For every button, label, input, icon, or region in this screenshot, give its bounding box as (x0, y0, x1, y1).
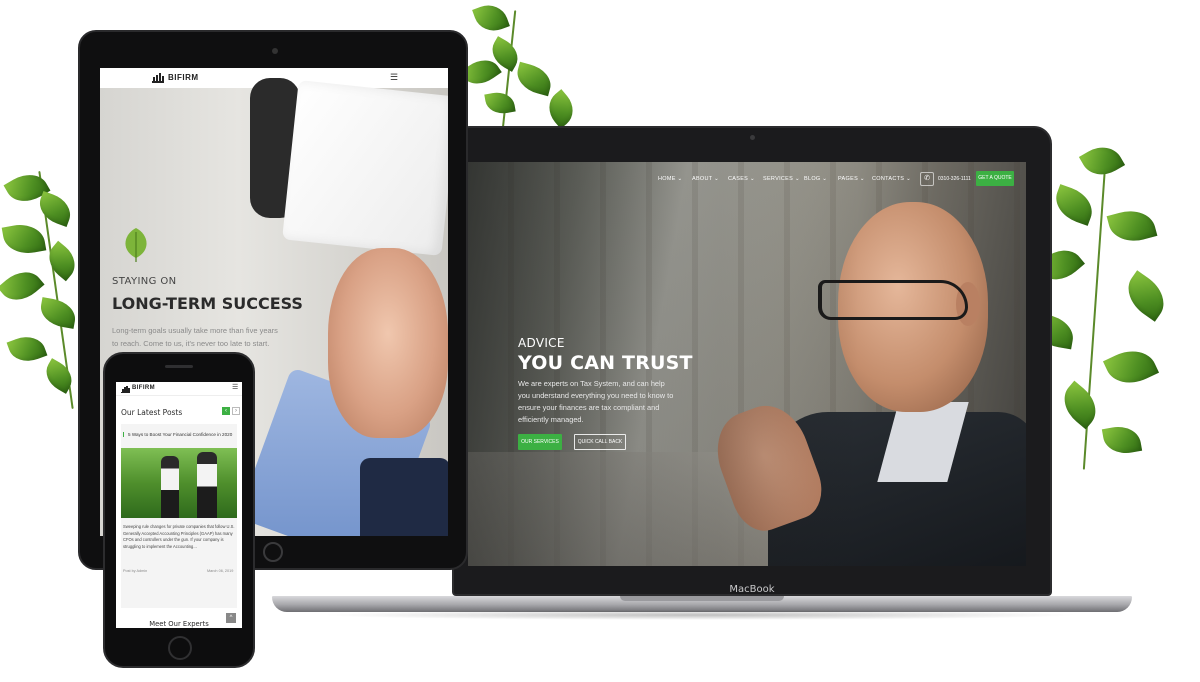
tablet-hero-body: Long-term goals usually take more than f… (112, 326, 278, 348)
laptop-screen: HOME ⌄ ABOUT ⌄ CASES ⌄ SERVICES ⌄ BLOG ⌄… (468, 162, 1026, 566)
photo-arm-navy (360, 458, 448, 536)
phone-home-button[interactable] (168, 636, 192, 660)
experts-heading: Meet Our Experts (149, 620, 209, 628)
phone-screen: BIFIRM ☰ Our Latest Posts ‹ › 5 Ways to … (116, 382, 242, 628)
post-author: Post by Admin (123, 569, 148, 573)
laptop-brand: MacBook (729, 584, 775, 595)
nav-contacts[interactable]: CONTACTS ⌄ (872, 176, 911, 182)
nav-blog[interactable]: BLOG ⌄ (804, 176, 827, 182)
phone-header: BIFIRM ☰ (116, 382, 242, 396)
leaf-icon (125, 228, 147, 262)
post-title[interactable]: 5 Ways to Boost Your Financial Confidenc… (123, 432, 235, 437)
logo-icon (152, 73, 164, 83)
tablet-hero-eyebrow: STAYING ON (112, 276, 177, 287)
hero-title: YOU CAN TRUST (518, 352, 693, 374)
hero-body: We are experts on Tax System, and can he… (518, 379, 674, 424)
nav-home[interactable]: HOME ⌄ (658, 176, 682, 182)
tablet-hero-title: LONG-TERM SUCCESS (112, 294, 303, 313)
our-services-button[interactable]: OUR SERVICES (518, 434, 562, 450)
post-image-person-2 (197, 452, 217, 518)
laptop-nav: HOME ⌄ ABOUT ⌄ CASES ⌄ SERVICES ⌄ BLOG ⌄… (468, 162, 1026, 198)
post-date: March 06, 2019 (207, 569, 234, 573)
laptop-shadow (320, 610, 1080, 620)
phone-logo[interactable]: BIFIRM (132, 385, 155, 391)
hamburger-menu-icon[interactable]: ☰ (390, 72, 398, 83)
prev-arrow-icon[interactable]: ‹ (222, 407, 230, 415)
phone-icon: ✆ (920, 172, 934, 186)
plant-left (0, 160, 90, 420)
nav-about[interactable]: ABOUT ⌄ (692, 176, 719, 182)
post-image-person-1 (161, 456, 179, 518)
photo-arm-white (282, 80, 448, 256)
logo-icon (121, 385, 130, 393)
post-excerpt: Sweeping rule changes for private compan… (123, 524, 235, 549)
laptop-device: HOME ⌄ ABOUT ⌄ CASES ⌄ SERVICES ⌄ BLOG ⌄… (452, 126, 1052, 596)
post-image[interactable] (121, 448, 237, 518)
tablet-logo[interactable]: BIFIRM (168, 73, 199, 82)
laptop-camera (750, 135, 755, 140)
phone-speaker (165, 365, 193, 368)
nav-cases[interactable]: CASES ⌄ (728, 176, 755, 182)
tablet-home-button[interactable] (263, 542, 283, 562)
quick-call-back-button[interactable]: QUICK CALL BACK (574, 434, 626, 450)
latest-posts-heading: Our Latest Posts (121, 408, 183, 417)
nav-services[interactable]: SERVICES ⌄ (763, 176, 800, 182)
laptop-notch (620, 596, 784, 601)
phone-device: BIFIRM ☰ Our Latest Posts ‹ › 5 Ways to … (103, 352, 255, 668)
hero-eyebrow: ADVICE (518, 336, 565, 350)
nav-pages[interactable]: PAGES ⌄ (838, 176, 865, 182)
photo-hands (328, 248, 448, 438)
hamburger-menu-icon[interactable]: ☰ (232, 383, 238, 391)
tablet-camera (272, 48, 278, 54)
post-card[interactable]: 5 Ways to Boost Your Financial Confidenc… (121, 424, 237, 608)
plant-top (460, 0, 582, 130)
nav-phone-number[interactable]: 0310-326-1111 (938, 176, 971, 182)
get-quote-button[interactable]: GET A QUOTE (976, 171, 1014, 186)
next-arrow-icon[interactable]: › (232, 407, 240, 415)
